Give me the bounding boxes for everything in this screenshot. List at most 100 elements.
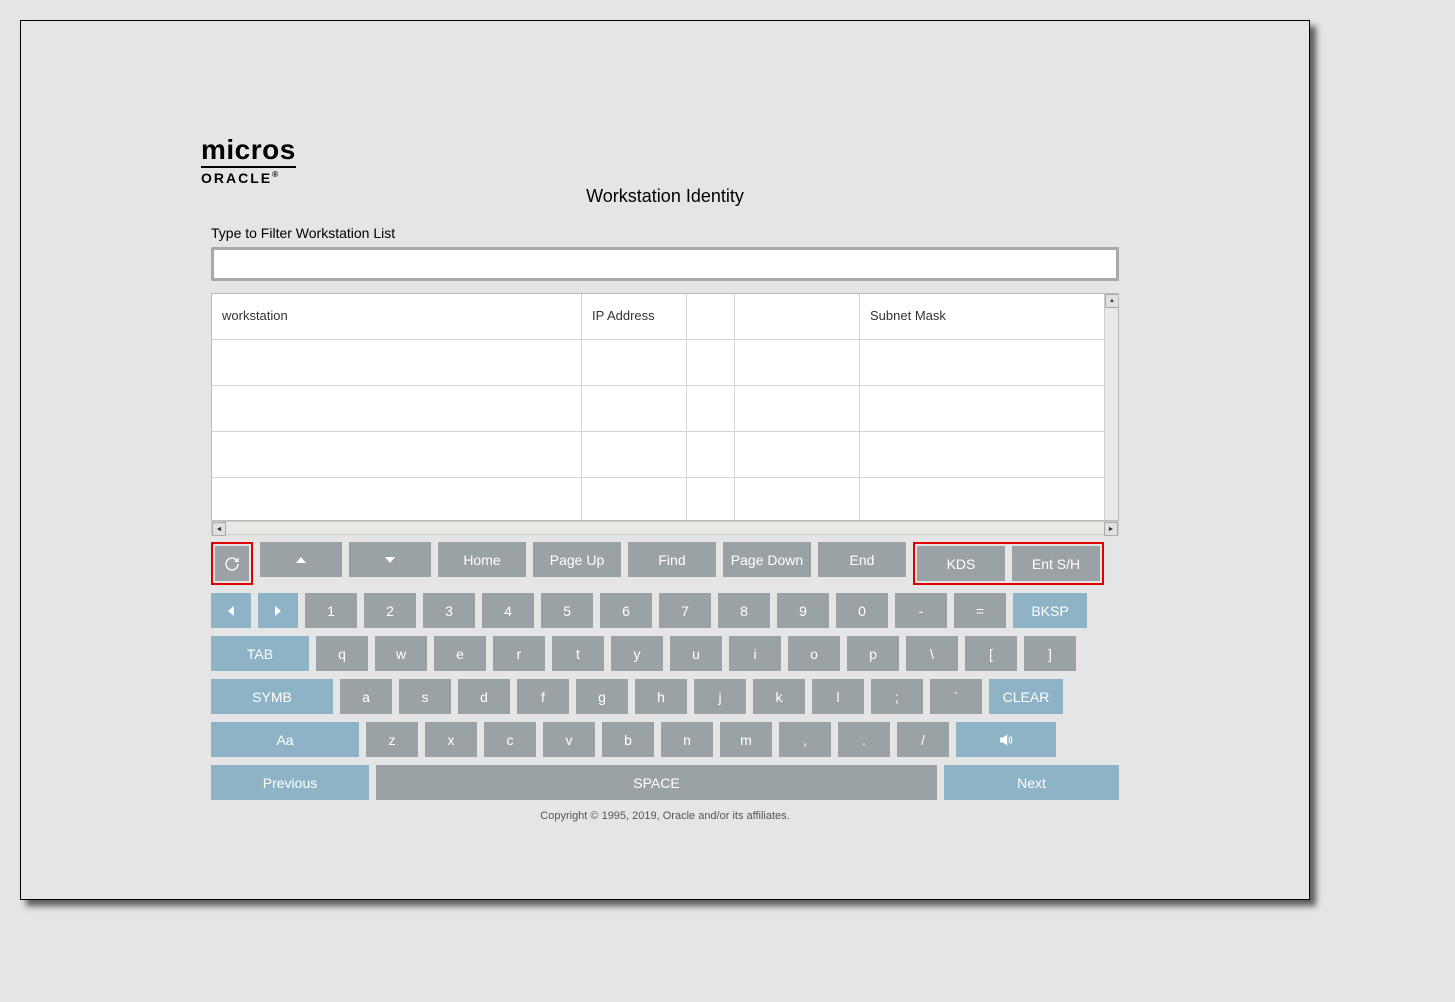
scroll-right-icon[interactable]: ►	[1104, 522, 1118, 536]
filter-input[interactable]	[214, 250, 1116, 278]
key-comma[interactable]: ,	[779, 722, 831, 757]
key-8[interactable]: 8	[718, 593, 770, 628]
col-blank-1[interactable]	[687, 294, 735, 339]
key-semicolon[interactable]: ;	[871, 679, 923, 714]
key-s[interactable]: s	[399, 679, 451, 714]
triangle-right-icon	[273, 606, 283, 616]
ent-sh-button[interactable]: Ent S/H	[1012, 546, 1100, 581]
key-7[interactable]: 7	[659, 593, 711, 628]
key-p[interactable]: p	[847, 636, 899, 671]
nav-row: Home Page Up Find Page Down End KDS Ent …	[211, 542, 1119, 585]
key-c[interactable]: c	[484, 722, 536, 757]
end-button[interactable]: End	[818, 542, 906, 577]
key-w[interactable]: w	[375, 636, 427, 671]
filter-label: Type to Filter Workstation List	[211, 225, 1119, 241]
scroll-up-icon[interactable]: ▲	[1105, 294, 1119, 308]
key-4[interactable]: 4	[482, 593, 534, 628]
keyboard-row-1: 1 2 3 4 5 6 7 8 9 0 - = BKSP	[211, 593, 1119, 628]
page-title: Workstation Identity	[211, 186, 1119, 207]
page-down-button[interactable]: Page Down	[723, 542, 811, 577]
key-backtick[interactable]: `	[930, 679, 982, 714]
table-row[interactable]	[212, 478, 1118, 521]
key-q[interactable]: q	[316, 636, 368, 671]
key-previous[interactable]: Previous	[211, 765, 369, 800]
key-u[interactable]: u	[670, 636, 722, 671]
keyboard-row-5: Previous SPACE Next	[211, 765, 1119, 800]
key-left[interactable]	[211, 593, 251, 628]
home-button[interactable]: Home	[438, 542, 526, 577]
key-symb[interactable]: SYMB	[211, 679, 333, 714]
triangle-left-icon	[226, 606, 236, 616]
key-r[interactable]: r	[493, 636, 545, 671]
key-space[interactable]: SPACE	[376, 765, 937, 800]
key-dot[interactable]: .	[838, 722, 890, 757]
key-lbracket[interactable]: [	[965, 636, 1017, 671]
nav-down-button[interactable]	[349, 542, 431, 577]
workstation-table: workstation IP Address Subnet Mask ▲	[211, 293, 1119, 521]
col-subnet-mask[interactable]: Subnet Mask	[860, 294, 1075, 339]
speaker-icon	[998, 732, 1014, 748]
key-clear[interactable]: CLEAR	[989, 679, 1063, 714]
page-up-button[interactable]: Page Up	[533, 542, 621, 577]
key-o[interactable]: o	[788, 636, 840, 671]
key-g[interactable]: g	[576, 679, 628, 714]
key-backspace[interactable]: BKSP	[1013, 593, 1087, 628]
key-y[interactable]: y	[611, 636, 663, 671]
key-j[interactable]: j	[694, 679, 746, 714]
logo-oracle: ORACLE	[201, 170, 296, 186]
key-z[interactable]: z	[366, 722, 418, 757]
filter-input-wrap	[211, 247, 1119, 281]
find-button[interactable]: Find	[628, 542, 716, 577]
key-e[interactable]: e	[434, 636, 486, 671]
col-ip-address[interactable]: IP Address	[582, 294, 687, 339]
key-5[interactable]: 5	[541, 593, 593, 628]
key-l[interactable]: l	[812, 679, 864, 714]
table-row[interactable]	[212, 340, 1118, 386]
keyboard-row-4: Aa z x c v b n m , . /	[211, 722, 1119, 757]
key-d[interactable]: d	[458, 679, 510, 714]
key-i[interactable]: i	[729, 636, 781, 671]
key-shift[interactable]: Aa	[211, 722, 359, 757]
brand-logo: micros ORACLE	[201, 136, 296, 186]
col-blank-2[interactable]	[735, 294, 860, 339]
key-9[interactable]: 9	[777, 593, 829, 628]
key-right[interactable]	[258, 593, 298, 628]
scroll-left-icon[interactable]: ◄	[212, 522, 226, 536]
table-row[interactable]	[212, 432, 1118, 478]
nav-up-button[interactable]	[260, 542, 342, 577]
key-tab[interactable]: TAB	[211, 636, 309, 671]
table-header-row: workstation IP Address Subnet Mask	[212, 294, 1118, 340]
footer-copyright: Copyright © 1995, 2019, Oracle and/or it…	[211, 810, 1119, 822]
key-v[interactable]: v	[543, 722, 595, 757]
keyboard-row-2: TAB q w e r t y u i o p \ [ ]	[211, 636, 1119, 671]
key-n[interactable]: n	[661, 722, 713, 757]
kds-button[interactable]: KDS	[917, 546, 1005, 581]
col-workstation[interactable]: workstation	[212, 294, 582, 339]
key-slash[interactable]: /	[897, 722, 949, 757]
key-a[interactable]: a	[340, 679, 392, 714]
key-rbracket[interactable]: ]	[1024, 636, 1076, 671]
key-next[interactable]: Next	[944, 765, 1119, 800]
horizontal-scrollbar[interactable]: ◄ ►	[211, 521, 1119, 535]
key-backslash[interactable]: \	[906, 636, 958, 671]
key-3[interactable]: 3	[423, 593, 475, 628]
key-equals[interactable]: =	[954, 593, 1006, 628]
key-0[interactable]: 0	[836, 593, 888, 628]
key-m[interactable]: m	[720, 722, 772, 757]
key-x[interactable]: x	[425, 722, 477, 757]
key-2[interactable]: 2	[364, 593, 416, 628]
key-b[interactable]: b	[602, 722, 654, 757]
logo-micros: micros	[201, 136, 296, 168]
key-k[interactable]: k	[753, 679, 805, 714]
key-h[interactable]: h	[635, 679, 687, 714]
key-f[interactable]: f	[517, 679, 569, 714]
table-row[interactable]	[212, 386, 1118, 432]
key-t[interactable]: t	[552, 636, 604, 671]
vertical-scrollbar[interactable]: ▲	[1104, 294, 1118, 520]
key-dash[interactable]: -	[895, 593, 947, 628]
key-1[interactable]: 1	[305, 593, 357, 628]
key-6[interactable]: 6	[600, 593, 652, 628]
refresh-icon	[224, 556, 240, 572]
refresh-button[interactable]	[215, 546, 249, 581]
key-sound[interactable]	[956, 722, 1056, 757]
